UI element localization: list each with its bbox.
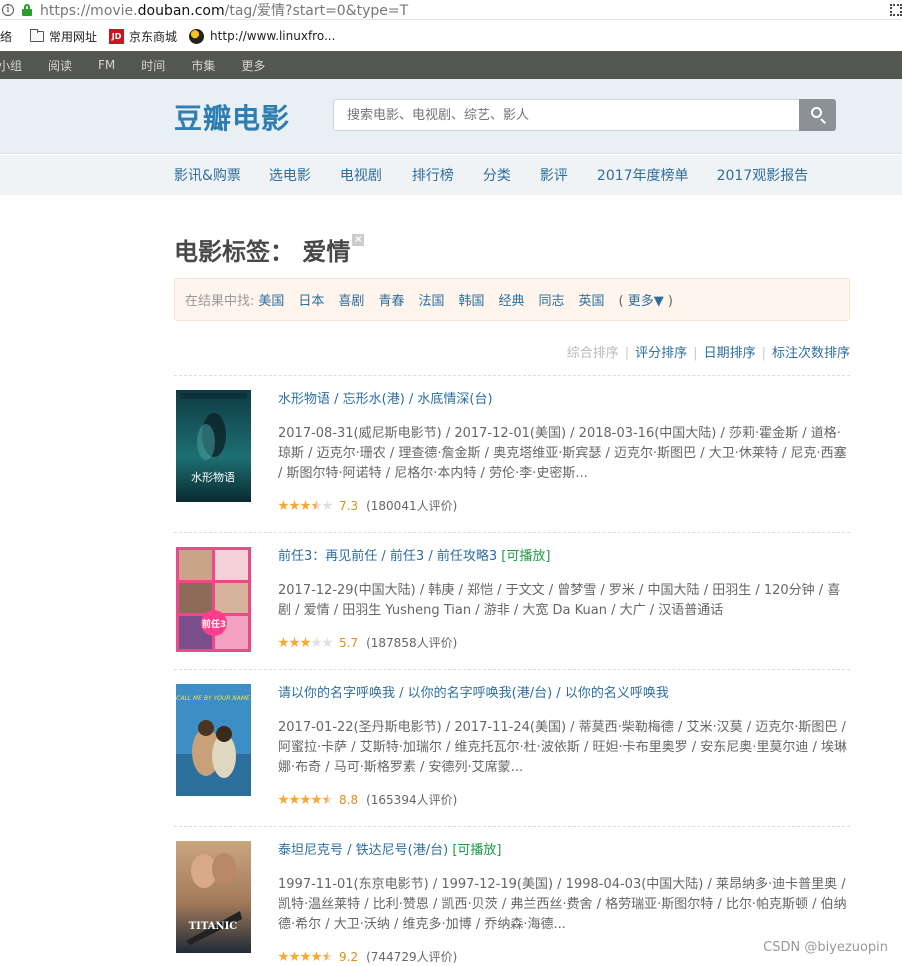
movie-title-link[interactable]: 前任3：再见前任 / 前任3 / 前任攻略3 [可播放] [278, 547, 550, 567]
movie-title-link[interactable]: 水形物语 / 忘形水(港) / 水底情深(台) [278, 390, 493, 410]
movie-info: 2017-12-29(中国大陆) / 韩庚 / 郑恺 / 于文文 / 曾梦雪 /… [278, 583, 841, 618]
movie-title-link[interactable]: 请以你的名字呼唤我 / 以你的名字呼唤我(港/台) / 以你的名义呼唤我 [278, 684, 669, 704]
bookmark-item[interactable]: 络 [0, 28, 12, 45]
movie-item: TITANIC 泰坦尼克号 / 铁达尼号(港/台) [可播放] 1997-11-… [174, 841, 850, 966]
playable-badge[interactable]: [可播放] [452, 843, 501, 858]
qr-code-icon[interactable] [890, 4, 902, 16]
movie-subnav: 影讯&购票 选电影 电视剧 排行榜 分类 影评 2017年度榜单 2017观影报… [0, 155, 902, 195]
filter-tag[interactable]: 法国 [418, 290, 444, 309]
sort-default[interactable]: 综合排序 [567, 346, 619, 361]
sort-by-date[interactable]: 日期排序 [704, 346, 756, 361]
subnav-2017-list[interactable]: 2017年度榜单 [597, 165, 689, 185]
topnav-item-more[interactable]: 更多 [241, 57, 265, 74]
movie-rating: 7.3 (180041人评价) [278, 497, 457, 514]
watermark: CSDN @biyezuopin [763, 940, 888, 955]
topnav-item-time[interactable]: 时间 [141, 57, 165, 74]
playable-badge[interactable]: [可播放] [501, 549, 550, 564]
sort-options: 综合排序 | 评分排序 | 日期排序 | 标注次数排序 [566, 346, 850, 361]
movie-poster[interactable]: TITANIC [176, 841, 251, 953]
douban-top-nav: 小组 阅读 FM 时间 市集 更多 [0, 51, 902, 79]
movie-info: 2017-01-22(圣丹斯电影节) / 2017-11-24(美国) / 蒂莫… [278, 720, 848, 775]
search-button[interactable] [799, 99, 836, 131]
svg-text:前任3: 前任3 [202, 618, 226, 630]
bookmarks-bar: 络 常用网址 JD 京东商城 http://www.linuxfro... [0, 21, 902, 51]
rating-stars [278, 500, 333, 511]
movie-item: CALL ME BY YOUR NAME 请以你的名字呼唤我 / 以你的名字呼唤… [174, 684, 850, 814]
jd-icon: JD [109, 28, 125, 44]
remove-tag-icon[interactable]: × [352, 234, 365, 246]
filter-tag[interactable]: 韩国 [458, 290, 484, 309]
movie-rating: 9.2 (744729人评价) [278, 948, 457, 965]
movie-item: 前任3 前任3：再见前任 / 前任3 / 前任攻略3 [可播放] 2017-12… [174, 547, 850, 667]
filter-tag[interactable]: 英国 [579, 290, 605, 309]
svg-text:CALL ME BY YOUR NAME: CALL ME BY YOUR NAME [176, 695, 250, 702]
site-header: 豆瓣电影 [0, 79, 902, 154]
filter-tag[interactable]: 喜剧 [338, 290, 364, 309]
subnav-tv[interactable]: 电视剧 [340, 165, 382, 185]
browser-address-bar[interactable]: i https://movie.douban.com/tag/爱情?start=… [0, 0, 902, 20]
page-title: 电影标签： 爱情 × [174, 234, 365, 266]
search-input[interactable] [333, 99, 800, 131]
divider [174, 669, 850, 670]
svg-text:TITANIC: TITANIC [189, 921, 238, 932]
subnav-2017-report[interactable]: 2017观影报告 [717, 165, 809, 185]
subnav-categories[interactable]: 分类 [483, 165, 511, 185]
topnav-item-fm[interactable]: FM [98, 58, 115, 72]
subnav-reviews[interactable]: 影评 [540, 165, 568, 185]
topnav-item-market[interactable]: 市集 [191, 57, 215, 74]
movie-rating: 8.8 (165394人评价) [278, 791, 457, 808]
search-icon [811, 107, 822, 118]
subnav-showtimes[interactable]: 影讯&购票 [174, 165, 241, 185]
movie-poster[interactable]: CALL ME BY YOUR NAME [176, 684, 251, 796]
subnav-choose-movie[interactable]: 选电影 [269, 165, 311, 185]
bookmark-linuxfr[interactable]: http://www.linuxfro... [189, 28, 335, 44]
movie-rating: 5.7 (187858人评价) [278, 634, 457, 651]
filter-more-link[interactable]: 更多▼ [628, 294, 664, 309]
filter-tag[interactable]: 同志 [539, 290, 565, 309]
url-text[interactable]: https://movie.douban.com/tag/爱情?start=0&… [40, 0, 408, 20]
linux-icon [189, 28, 205, 44]
divider [174, 532, 850, 533]
movie-poster[interactable]: 水形物语 [176, 390, 251, 502]
movie-poster[interactable]: 前任3 [176, 547, 251, 652]
svg-text:水形物语: 水形物语 [191, 470, 235, 484]
filter-tag[interactable]: 经典 [498, 290, 524, 309]
subnav-charts[interactable]: 排行榜 [412, 165, 454, 185]
topnav-item-group[interactable]: 小组 [0, 57, 22, 74]
rating-stars [278, 637, 333, 648]
folder-icon [30, 28, 45, 42]
rating-stars [278, 951, 333, 962]
douban-movie-logo[interactable]: 豆瓣电影 [174, 97, 290, 137]
tag-filter-bar: 在结果中找: 美国 日本 喜剧 青春 法国 韩国 经典 同志 英国 ( 更多▼ … [174, 278, 850, 321]
bookmark-jd[interactable]: JD 京东商城 [109, 28, 177, 45]
topnav-item-read[interactable]: 阅读 [48, 57, 72, 74]
filter-more: ( 更多▼ ) [618, 294, 673, 309]
movie-item: 水形物语 水形物语 / 忘形水(港) / 水底情深(台) 2017-08-31(… [174, 390, 850, 520]
bookmark-common-sites[interactable]: 常用网址 [30, 28, 97, 45]
movie-info: 1997-11-01(东京电影节) / 1997-12-19(美国) / 199… [278, 877, 847, 932]
movie-title-link[interactable]: 泰坦尼克号 / 铁达尼号(港/台) [可播放] [278, 841, 501, 861]
filter-tag[interactable]: 美国 [258, 290, 284, 309]
filter-tag[interactable]: 青春 [378, 290, 404, 309]
filter-label: 在结果中找: [185, 294, 255, 309]
divider [174, 826, 850, 827]
sort-by-marks[interactable]: 标注次数排序 [772, 346, 850, 361]
search-box [333, 99, 836, 131]
sort-by-rating[interactable]: 评分排序 [635, 346, 687, 361]
movie-info: 2017-08-31(威尼斯电影节) / 2017-12-01(美国) / 20… [278, 426, 847, 481]
info-icon[interactable]: i [2, 3, 14, 16]
divider [174, 375, 850, 376]
lock-icon [22, 3, 32, 16]
rating-stars [278, 794, 333, 805]
filter-tag[interactable]: 日本 [298, 290, 324, 309]
